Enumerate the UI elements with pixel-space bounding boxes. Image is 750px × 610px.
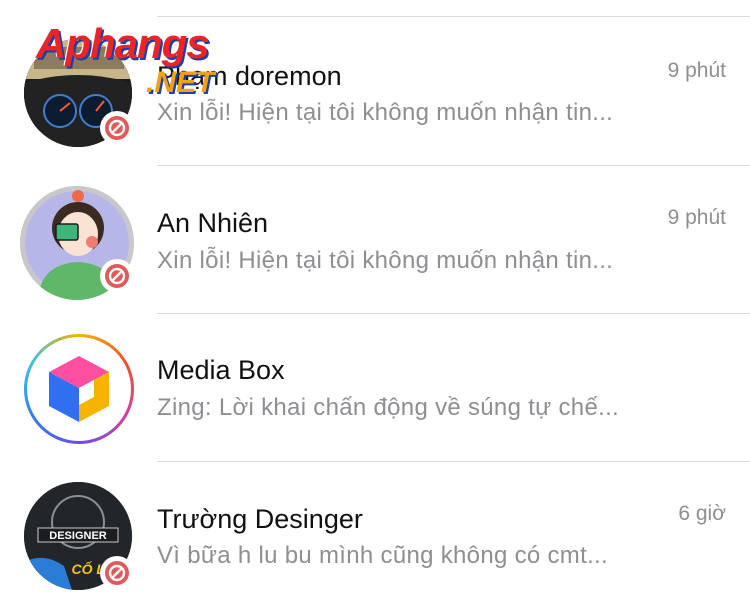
blocked-badge-icon: [100, 259, 134, 293]
conversation-row[interactable]: An Nhiên Xin lỗi! Hiện tại tôi không muố…: [0, 166, 750, 314]
conversation-row[interactable]: Phạm doremon Xin lỗi! Hiện tại tôi không…: [0, 17, 750, 165]
conversation-preview: Vì bữa h lu bu mình cũng không có cmt...: [157, 542, 608, 569]
conversation-time: 9 phút: [667, 59, 726, 82]
media-box-cube-logo-icon: [49, 356, 109, 422]
conversation-preview: Xin lỗi! Hiện tại tôi không muốn nhận ti…: [157, 99, 614, 126]
conversation-name: Phạm doremon: [157, 61, 342, 91]
conversation-row[interactable]: Media Box Zing: Lời khai chấn động về sú…: [0, 314, 750, 462]
conversation-name: Media Box: [157, 355, 285, 385]
svg-text:DESIGNER: DESIGNER: [49, 530, 107, 542]
conversation-time: 6 giờ: [678, 502, 726, 525]
conversation-row[interactable]: DESIGNER CỐ LÊN Trường Desinger Vì bữa h…: [0, 462, 750, 610]
conversation-time: 9 phút: [667, 206, 726, 229]
conversation-preview: Xin lỗi! Hiện tại tôi không muốn nhận ti…: [157, 247, 614, 274]
blocked-badge-icon: [100, 556, 134, 590]
avatar[interactable]: [24, 334, 134, 444]
conversation-preview: Zing: Lời khai chấn động về súng tự chế.…: [157, 394, 620, 421]
conversation-name: Trường Desinger: [157, 504, 363, 534]
blocked-badge-icon: [100, 111, 134, 145]
conversation-name: An Nhiên: [157, 208, 269, 238]
